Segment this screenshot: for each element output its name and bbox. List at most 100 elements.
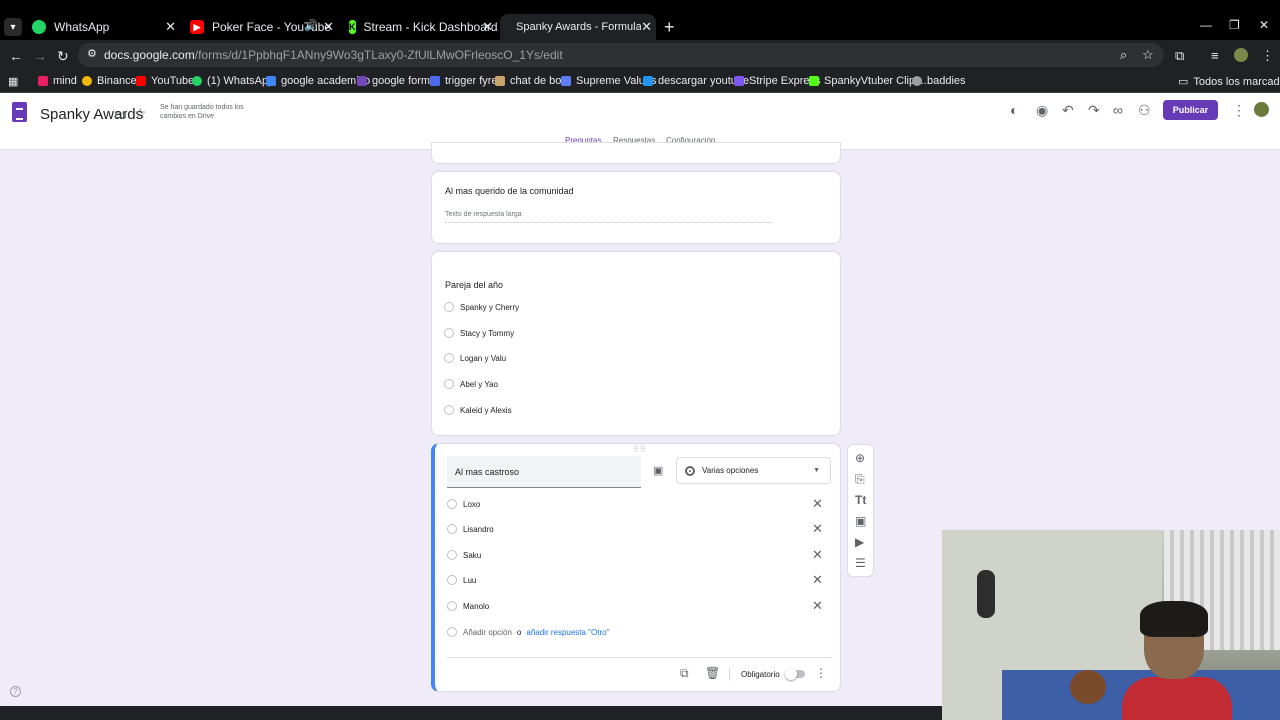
or-text: o bbox=[516, 627, 522, 637]
active-question-card[interactable]: ⠿⠿ Al mas castroso ▣ Varias opciones ▼ L… bbox=[431, 443, 841, 692]
window-close-icon[interactable]: ✕ bbox=[1259, 18, 1269, 32]
folder-icon[interactable]: ▭ bbox=[114, 106, 127, 123]
bookmark-baddies[interactable]: baddies bbox=[912, 75, 966, 87]
question-card[interactable]: Al mas querido de la comunidad Texto de … bbox=[431, 171, 841, 244]
webcam-microphone bbox=[977, 570, 995, 618]
address-bar[interactable]: ⚙ docs.google.com/forms/d/1PpbhqF1ANny9W… bbox=[78, 43, 1164, 67]
option-label[interactable]: Luu bbox=[463, 576, 476, 585]
import-questions-icon[interactable]: ⎘ bbox=[855, 472, 865, 487]
remove-option-icon[interactable]: ✕ bbox=[812, 572, 823, 588]
star-icon[interactable]: ☆ bbox=[134, 105, 147, 122]
option-item[interactable]: Saku bbox=[447, 550, 481, 560]
tab-search-button[interactable]: ▾ bbox=[4, 18, 22, 36]
undo-icon[interactable]: ↶ bbox=[1062, 102, 1074, 119]
media-control-icon[interactable]: ≡ bbox=[1211, 48, 1219, 63]
zoom-icon[interactable]: ⌕ bbox=[1120, 47, 1127, 63]
radio-icon bbox=[444, 328, 454, 338]
add-title-icon[interactable]: Tt bbox=[855, 493, 866, 507]
bookmark-binance[interactable]: Binance bbox=[82, 75, 137, 87]
bookmark-youtube[interactable]: YouTube bbox=[136, 75, 194, 87]
reload-icon[interactable]: ↻ bbox=[57, 48, 69, 65]
option-item[interactable]: Lisandro bbox=[447, 524, 494, 534]
bookmark-stripe-express[interactable]: Stripe Express bbox=[734, 75, 821, 87]
browser-menu-icon[interactable]: ⋮ bbox=[1261, 48, 1274, 64]
preview-eye-icon[interactable]: ◉ bbox=[1036, 102, 1048, 119]
duplicate-icon[interactable]: ⧉ bbox=[680, 666, 689, 681]
tab-kick[interactable]: K Stream - Kick Dashboard ✕ bbox=[349, 17, 498, 37]
add-collaborator-icon[interactable]: ⚇ bbox=[1138, 102, 1151, 119]
user-avatar[interactable] bbox=[1254, 102, 1269, 117]
radio-icon bbox=[444, 379, 454, 389]
add-option-row: Añadir opción o añadir respuesta "Otro" bbox=[447, 627, 609, 637]
option-item[interactable]: Loxo bbox=[447, 499, 480, 509]
option-label[interactable]: Lisandro bbox=[463, 525, 494, 534]
browser-toolbar: ← → ↻ ⚙ docs.google.com/forms/d/1PpbhqF1… bbox=[0, 40, 1280, 70]
tab-youtube[interactable]: ▶ Poker Face - YouTube 🔊 ✕ bbox=[190, 17, 334, 37]
option-label: Abel y Yao bbox=[460, 379, 498, 389]
tab-label: Spanky Awards - Formularios d bbox=[516, 21, 652, 33]
minimize-icon[interactable]: — bbox=[1200, 18, 1212, 32]
speaker-icon[interactable]: 🔊 bbox=[304, 19, 318, 32]
help-icon[interactable]: ? bbox=[10, 686, 21, 697]
add-question-icon[interactable]: ⊕ bbox=[855, 451, 865, 465]
extensions-icon[interactable]: ⧉ bbox=[1175, 48, 1184, 64]
radio-icon bbox=[447, 524, 457, 534]
question-type-select[interactable]: Varias opciones ▼ bbox=[676, 457, 831, 484]
tab-whatsapp[interactable]: WhatsApp ✕ bbox=[32, 17, 176, 37]
bookmark-mind[interactable]: mind bbox=[38, 75, 77, 87]
tab-forms[interactable]: Spanky Awards - Formularios d ✕ bbox=[508, 17, 652, 37]
profile-avatar[interactable] bbox=[1234, 48, 1248, 62]
back-icon[interactable]: ← bbox=[9, 48, 23, 64]
add-section-icon[interactable]: ☰ bbox=[855, 556, 866, 570]
bookmark-chat-de-bot[interactable]: chat de bot bbox=[495, 75, 564, 87]
webcam-person-body bbox=[1122, 677, 1232, 720]
add-other-answer-link[interactable]: añadir respuesta "Otro" bbox=[526, 628, 609, 637]
new-tab-button[interactable]: + bbox=[664, 17, 675, 38]
forms-logo-icon[interactable] bbox=[12, 102, 27, 122]
add-image-icon[interactable]: ▣ bbox=[855, 514, 866, 528]
option-item: Logan y Valu bbox=[444, 353, 506, 363]
forward-icon[interactable]: → bbox=[33, 48, 47, 64]
redo-icon[interactable]: ↷ bbox=[1088, 102, 1100, 119]
add-option-button[interactable]: Añadir opción bbox=[463, 628, 512, 637]
option-item[interactable]: Luu bbox=[447, 575, 476, 585]
link-icon[interactable]: ∞ bbox=[1113, 102, 1123, 118]
form-title[interactable]: Spanky Awards bbox=[40, 106, 143, 123]
all-bookmarks-folder[interactable]: ▭ Todos los marcadores bbox=[1178, 75, 1280, 89]
drag-handle-icon[interactable]: ⠿⠿ bbox=[633, 445, 647, 454]
bookmark-whatsapp[interactable]: (1) WhatsApp bbox=[192, 75, 274, 87]
close-icon[interactable]: ✕ bbox=[323, 19, 334, 35]
remove-option-icon[interactable]: ✕ bbox=[812, 547, 823, 563]
radio-icon bbox=[447, 627, 457, 637]
apps-icon[interactable]: ▦ bbox=[8, 75, 18, 88]
site-info-icon[interactable]: ⚙ bbox=[87, 47, 97, 60]
bookmark-trigger-fyre[interactable]: trigger fyre bbox=[430, 75, 498, 87]
option-item[interactable]: Manolo bbox=[447, 601, 489, 611]
add-image-icon[interactable]: ▣ bbox=[653, 464, 663, 477]
publish-button[interactable]: Publicar bbox=[1163, 100, 1218, 120]
more-options-icon[interactable]: ⋮ bbox=[1232, 102, 1246, 119]
bookmark-star-icon[interactable]: ☆ bbox=[1142, 47, 1154, 63]
bookmark-google-academico[interactable]: google academico bbox=[266, 75, 370, 87]
bookmark-google-forms[interactable]: google forms bbox=[357, 75, 436, 87]
question-card[interactable]: Pareja del año Spanky y Cherry Stacy y T… bbox=[431, 251, 841, 436]
remove-option-icon[interactable]: ✕ bbox=[812, 598, 823, 614]
close-icon[interactable]: ✕ bbox=[165, 19, 176, 35]
remove-option-icon[interactable]: ✕ bbox=[812, 521, 823, 537]
close-icon[interactable]: ✕ bbox=[482, 19, 493, 35]
bookmark-favicon bbox=[136, 76, 146, 86]
required-toggle[interactable] bbox=[785, 668, 805, 680]
palette-icon[interactable]: ◐ bbox=[1010, 102, 1018, 118]
question-title-input[interactable]: Al mas castroso bbox=[447, 456, 641, 488]
saved-status: Se han guardado todos los cambios en Dri… bbox=[160, 104, 244, 120]
delete-icon[interactable]: 🗑 bbox=[705, 666, 720, 680]
previous-question-card[interactable] bbox=[431, 142, 841, 164]
question-more-icon[interactable]: ⋮ bbox=[815, 666, 827, 680]
option-label[interactable]: Loxo bbox=[463, 500, 480, 509]
option-label[interactable]: Saku bbox=[463, 551, 481, 560]
close-icon[interactable]: ✕ bbox=[641, 19, 652, 35]
add-video-icon[interactable]: ▶ bbox=[855, 535, 864, 549]
option-label[interactable]: Manolo bbox=[463, 602, 489, 611]
remove-option-icon[interactable]: ✕ bbox=[812, 496, 823, 512]
restore-icon[interactable]: ❐ bbox=[1229, 18, 1240, 32]
